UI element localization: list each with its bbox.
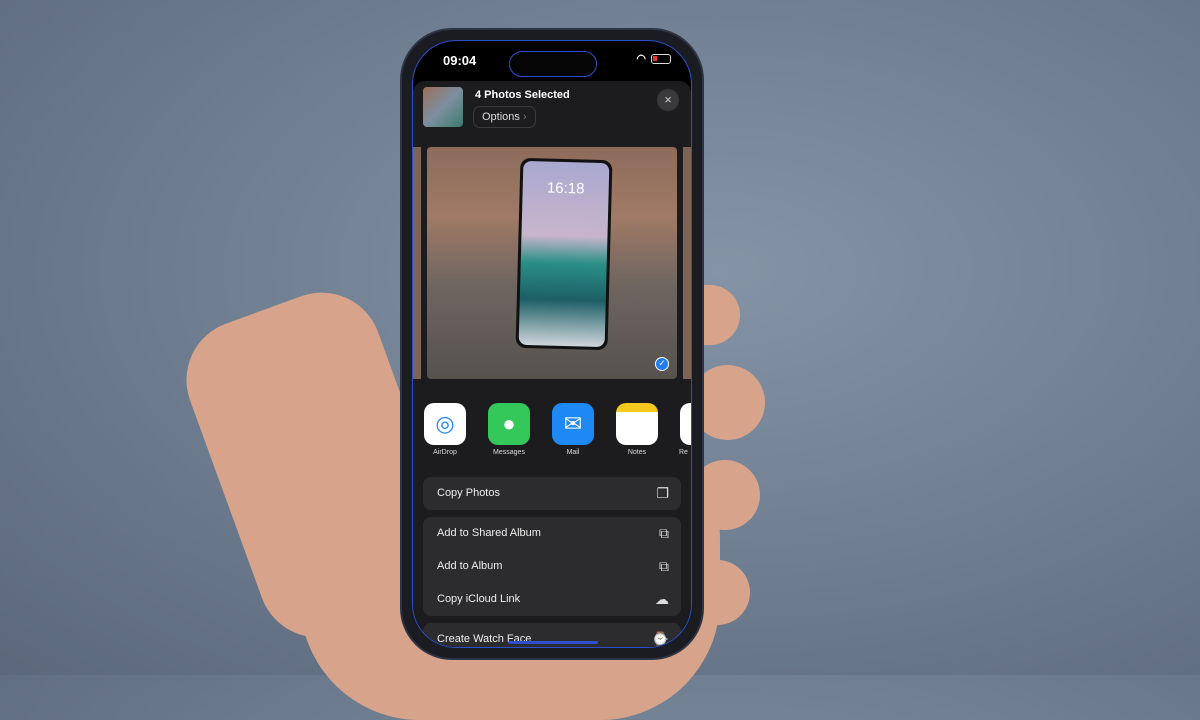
reminders-icon: • [680,403,691,445]
copy-icon: ❐ [656,485,669,501]
create-watch-face-action[interactable]: Create Watch Face ⌚ [423,623,681,647]
airdrop-icon: ◎ [424,403,466,445]
action-group-copy: Copy Photos ❐ [423,477,681,510]
battery-icon [651,54,671,64]
wifi-icon: ◠ [636,53,646,65]
action-group-watch: Create Watch Face ⌚ [423,623,681,647]
messages-icon: ● [488,403,530,445]
watch-icon: ⌚ [651,631,669,647]
copy-photos-action[interactable]: Copy Photos ❐ [423,477,681,510]
next-photo[interactable] [683,147,691,379]
dynamic-island [509,51,597,77]
app-messages[interactable]: ● Messages [487,403,531,456]
add-album-icon: ⧉ [659,558,669,574]
notes-icon [616,403,658,445]
chevron-right-icon: › [522,111,527,123]
sheet-title: 4 Photos Selected [475,89,570,101]
action-label: Copy Photos [437,487,500,499]
app-reminders[interactable]: • Re [679,403,691,456]
selection-thumbnail [423,87,463,127]
options-label: Options [482,111,520,123]
app-label: Re [679,449,688,456]
share-sheet: 4 Photos Selected Options › × 16:18 ✓ ◎ A… [413,81,691,647]
prev-photo[interactable] [413,147,421,379]
action-label: Add to Shared Album [437,527,541,539]
app-label: Notes [627,449,647,456]
icloud-link-icon: ☁ [655,591,669,607]
copy-icloud-link-action[interactable]: Copy iCloud Link ☁ [423,583,681,616]
app-label: Mail [566,449,580,456]
add-album-action[interactable]: Add to Album ⧉ [423,550,681,583]
photo-phone-time: 16:18 [546,179,585,198]
status-time: 09:04 [443,53,477,68]
selected-check-icon[interactable]: ✓ [655,357,669,371]
add-shared-album-action[interactable]: Add to Shared Album ⧉ [423,517,681,550]
close-button[interactable]: × [657,89,679,111]
app-mail[interactable]: ✉ Mail [551,403,595,456]
photo-preview[interactable]: 16:18 ✓ [427,147,677,379]
mail-icon: ✉ [552,403,594,445]
app-label: AirDrop [433,449,457,456]
app-airdrop[interactable]: ◎ AirDrop [423,403,467,456]
options-button[interactable]: Options › [473,106,536,128]
app-row: ◎ AirDrop ● Messages ✉ Mail Notes • Re [413,403,691,463]
phone-screen: 09:04 ◠ 4 Photos Selected Options › × 16… [412,40,692,648]
phone: 09:04 ◠ 4 Photos Selected Options › × 16… [400,28,704,660]
home-indicator[interactable] [508,641,598,644]
action-label: Copy iCloud Link [437,593,521,605]
app-label: Messages [493,449,525,456]
status-bar: 09:04 ◠ [413,49,691,77]
shared-album-icon: ⧉ [659,525,669,541]
app-notes[interactable]: Notes [615,403,659,456]
action-group-album: Add to Shared Album ⧉ Add to Album ⧉ Copy … [423,517,681,616]
action-label: Add to Album [437,560,503,572]
photo-phone: 16:18 [515,157,613,351]
